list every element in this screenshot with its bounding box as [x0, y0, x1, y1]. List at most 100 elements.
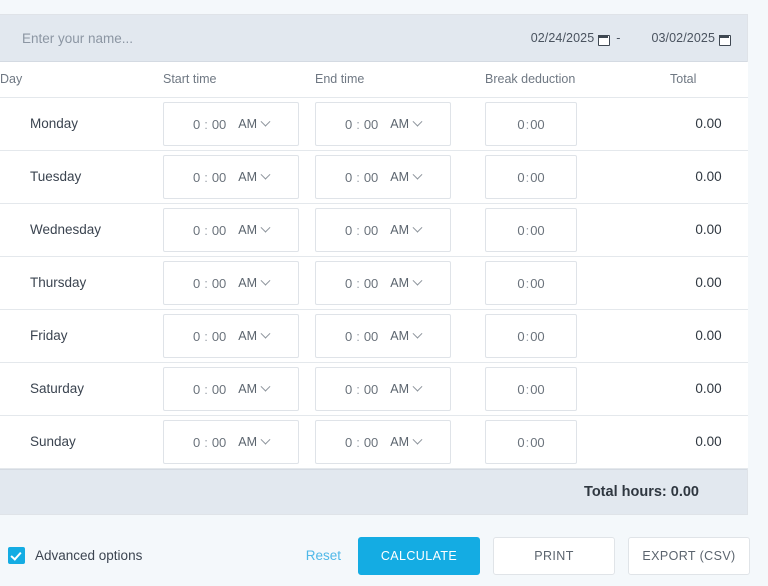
row-total-value: 0.00	[695, 275, 722, 290]
end-minute-value[interactable]: 00	[364, 435, 378, 450]
date-from-field[interactable]: 02/24/2025	[531, 31, 611, 46]
break-minute-value[interactable]: 00	[530, 435, 544, 450]
name-input[interactable]	[18, 30, 531, 46]
end-meridiem-select[interactable]: AM	[390, 169, 423, 184]
start-hour-value[interactable]: 0	[193, 276, 200, 291]
end-time-input[interactable]: 0:00 AM	[315, 420, 451, 464]
end-hour-value[interactable]: 0	[345, 170, 352, 185]
start-minute-value[interactable]: 00	[212, 117, 226, 132]
checkbox-checked-icon[interactable]	[8, 547, 25, 564]
start-meridiem-select[interactable]: AM	[238, 222, 271, 237]
calculate-button[interactable]: CALCULATE	[358, 536, 480, 575]
break-hour-value[interactable]: 0	[517, 382, 524, 397]
break-hour-value[interactable]: 0	[517, 223, 524, 238]
start-minute-value[interactable]: 00	[212, 435, 226, 450]
break-minute-value[interactable]: 00	[530, 117, 544, 132]
print-button[interactable]: PRINT	[493, 536, 615, 575]
break-minute-value[interactable]: 00	[530, 329, 544, 344]
end-time-input[interactable]: 0:00 AM	[315, 261, 451, 305]
end-time-input[interactable]: 0:00 AM	[315, 155, 451, 199]
start-hour-value[interactable]: 0	[193, 117, 200, 132]
cell-total: 0.00	[670, 256, 748, 310]
start-time-input[interactable]: 0:00 AM	[163, 261, 299, 305]
end-minute-value[interactable]: 00	[364, 276, 378, 291]
end-time-input[interactable]: 0:00 AM	[315, 102, 451, 146]
end-hour-value[interactable]: 0	[345, 276, 352, 291]
break-deduction-input[interactable]: 0:00	[485, 155, 577, 199]
cell-day: Tuesday	[0, 150, 163, 204]
end-time-input[interactable]: 0:00 AM	[315, 314, 451, 358]
break-deduction-input[interactable]: 0:00	[485, 420, 577, 464]
start-time-input[interactable]: 0:00 AM	[163, 367, 299, 411]
break-deduction-input[interactable]: 0:00	[485, 102, 577, 146]
start-hour-value[interactable]: 0	[193, 329, 200, 344]
end-hour-value[interactable]: 0	[345, 435, 352, 450]
end-hour-value[interactable]: 0	[345, 117, 352, 132]
time-colon: :	[356, 169, 360, 185]
end-meridiem-select[interactable]: AM	[390, 275, 423, 290]
end-meridiem-select[interactable]: AM	[390, 328, 423, 343]
end-meridiem-select[interactable]: AM	[390, 116, 423, 131]
cell-end-time: 0:00 AM	[315, 256, 485, 310]
start-time-input[interactable]: 0:00 AM	[163, 102, 299, 146]
export-csv-button[interactable]: EXPORT (CSV)	[628, 536, 750, 575]
cell-day: Saturday	[0, 362, 163, 416]
end-meridiem-select[interactable]: AM	[390, 381, 423, 396]
start-hour-value[interactable]: 0	[193, 382, 200, 397]
start-minute-value[interactable]: 00	[212, 223, 226, 238]
break-minute-value[interactable]: 00	[530, 223, 544, 238]
end-meridiem-select[interactable]: AM	[390, 434, 423, 449]
break-hour-value[interactable]: 0	[517, 329, 524, 344]
start-meridiem-select[interactable]: AM	[238, 116, 271, 131]
chevron-down-icon	[412, 275, 423, 286]
end-minute-value[interactable]: 00	[364, 382, 378, 397]
table-row: Thursday 0:00 AM 0:00 AM 0:00 0.00	[0, 256, 748, 310]
break-hour-value[interactable]: 0	[517, 435, 524, 450]
start-hour-value[interactable]: 0	[193, 223, 200, 238]
break-deduction-input[interactable]: 0:00	[485, 261, 577, 305]
start-minute-value[interactable]: 00	[212, 276, 226, 291]
end-time-input[interactable]: 0:00 AM	[315, 208, 451, 252]
end-meridiem-select[interactable]: AM	[390, 222, 423, 237]
chevron-down-icon	[260, 434, 271, 445]
end-hour-value[interactable]: 0	[345, 382, 352, 397]
end-minute-value[interactable]: 00	[364, 170, 378, 185]
start-hour-value[interactable]: 0	[193, 435, 200, 450]
reset-link[interactable]: Reset	[306, 548, 345, 563]
break-minute-value[interactable]: 00	[530, 170, 544, 185]
break-deduction-input[interactable]: 0:00	[485, 367, 577, 411]
break-deduction-input[interactable]: 0:00	[485, 208, 577, 252]
break-minute-value[interactable]: 00	[530, 276, 544, 291]
row-total-value: 0.00	[695, 434, 722, 449]
start-hour-value[interactable]: 0	[193, 170, 200, 185]
break-minute-value[interactable]: 00	[530, 382, 544, 397]
advanced-options-toggle[interactable]: Advanced options	[8, 547, 142, 564]
start-time-input[interactable]: 0:00 AM	[163, 208, 299, 252]
break-hour-value[interactable]: 0	[517, 276, 524, 291]
end-time-input[interactable]: 0:00 AM	[315, 367, 451, 411]
end-minute-value[interactable]: 00	[364, 117, 378, 132]
start-minute-value[interactable]: 00	[212, 170, 226, 185]
start-meridiem-select[interactable]: AM	[238, 328, 271, 343]
start-minute-value[interactable]: 00	[212, 382, 226, 397]
start-meridiem-select[interactable]: AM	[238, 275, 271, 290]
end-minute-value[interactable]: 00	[364, 223, 378, 238]
cell-total: 0.00	[670, 203, 748, 257]
time-colon: :	[356, 381, 360, 397]
end-minute-value[interactable]: 00	[364, 329, 378, 344]
break-hour-value[interactable]: 0	[517, 117, 524, 132]
break-deduction-input[interactable]: 0:00	[485, 314, 577, 358]
end-hour-value[interactable]: 0	[345, 223, 352, 238]
end-hour-value[interactable]: 0	[345, 329, 352, 344]
date-to-field[interactable]: 03/02/2025	[651, 31, 731, 46]
break-hour-value[interactable]: 0	[517, 170, 524, 185]
start-time-input[interactable]: 0:00 AM	[163, 155, 299, 199]
chevron-down-icon	[412, 169, 423, 180]
start-time-input[interactable]: 0:00 AM	[163, 420, 299, 464]
start-minute-value[interactable]: 00	[212, 329, 226, 344]
start-meridiem-select[interactable]: AM	[238, 381, 271, 396]
start-meridiem-select[interactable]: AM	[238, 169, 271, 184]
start-time-input[interactable]: 0:00 AM	[163, 314, 299, 358]
start-meridiem-select[interactable]: AM	[238, 434, 271, 449]
footer-actions: Reset CALCULATE PRINT EXPORT (CSV)	[306, 536, 750, 575]
